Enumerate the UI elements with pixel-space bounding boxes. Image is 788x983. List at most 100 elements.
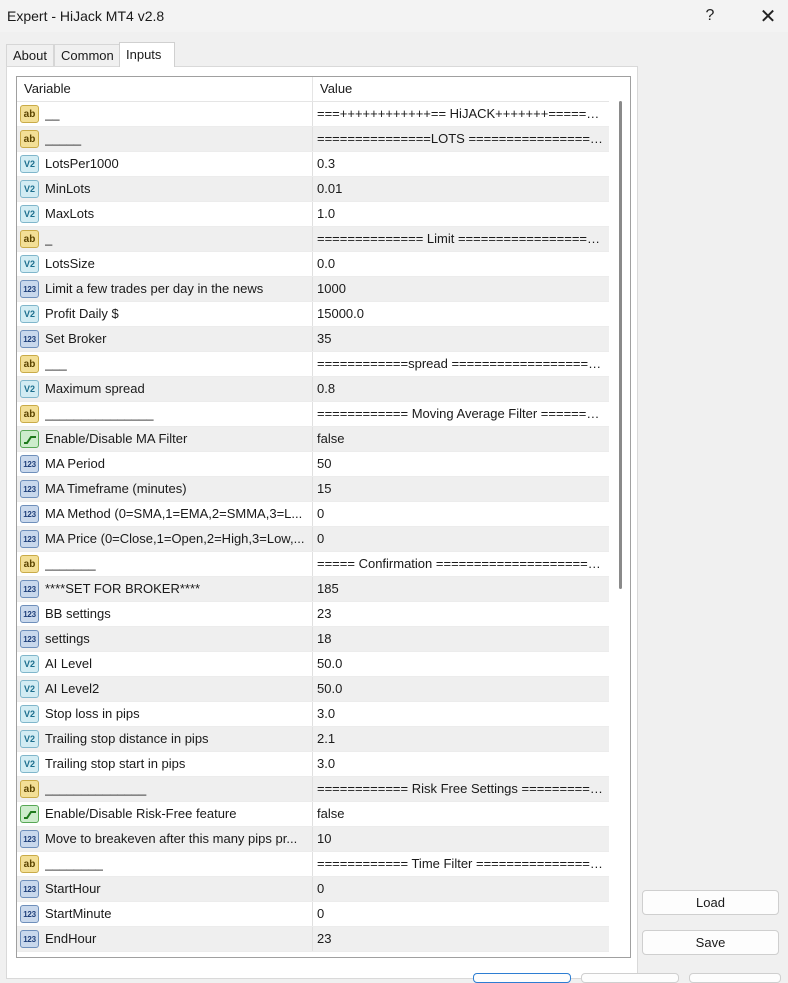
table-row[interactable]: 123 MA Timeframe (minutes) 15	[17, 477, 609, 502]
table-row[interactable]: 123 Move to breakeven after this many pip…	[17, 827, 609, 852]
double-icon: V2	[20, 180, 39, 198]
value-cell[interactable]: 0	[317, 902, 604, 926]
table-row[interactable]: ab _______ ===== Confirmation ============…	[17, 552, 609, 577]
value-cell[interactable]: ============ Risk Free Settings ========…	[317, 777, 604, 801]
value-cell[interactable]: 35	[317, 327, 604, 351]
value-cell[interactable]: 185	[317, 577, 604, 601]
table-row[interactable]: V2 AI Level 50.0	[17, 652, 609, 677]
integer-icon: 123	[20, 480, 39, 498]
table-row[interactable]: V2 Profit Daily $ 15000.0	[17, 302, 609, 327]
value-cell[interactable]: 1000	[317, 277, 604, 301]
table-row[interactable]: V2 LotsPer1000 0.3	[17, 152, 609, 177]
table-row[interactable]: ab ________ ============ Time Filter =====…	[17, 852, 609, 877]
value-cell[interactable]: 0.8	[317, 377, 604, 401]
value-cell[interactable]: 50	[317, 452, 604, 476]
value-cell[interactable]: 0	[317, 502, 604, 526]
tab-inputs[interactable]: Inputs	[119, 42, 175, 67]
column-header-variable[interactable]: Variable	[24, 77, 71, 101]
table-row[interactable]: 123 StartHour 0	[17, 877, 609, 902]
table-row[interactable]: Enable/Disable MA Filter false	[17, 427, 609, 452]
value-cell[interactable]: ===============LOTS ====================…	[317, 127, 604, 151]
value-cell[interactable]: 23	[317, 927, 604, 951]
close-button[interactable]: ✕	[744, 0, 788, 32]
tab-common[interactable]: Common	[54, 44, 120, 66]
table-row[interactable]: V2 MaxLots 1.0	[17, 202, 609, 227]
reset-button[interactable]	[689, 973, 781, 983]
table-row[interactable]: 123 BB settings 23	[17, 602, 609, 627]
save-button[interactable]: Save	[642, 930, 779, 955]
value-cell[interactable]: 50.0	[317, 677, 604, 701]
double-icon: V2	[20, 730, 39, 748]
variable-name: Limit a few trades per day in the news	[45, 281, 264, 296]
table-row[interactable]: 123 Set Broker 35	[17, 327, 609, 352]
column-header-value[interactable]: Value	[320, 77, 352, 101]
column-divider[interactable]	[312, 77, 313, 101]
value-cell[interactable]: 3.0	[317, 702, 604, 726]
table-row[interactable]: ab _____ ===============LOTS =============…	[17, 127, 609, 152]
scrollbar-thumb[interactable]	[619, 101, 622, 589]
table-row[interactable]: ab _______________ ============ Moving Ave…	[17, 402, 609, 427]
table-row[interactable]: V2 AI Level2 50.0	[17, 677, 609, 702]
value-cell[interactable]: false	[317, 427, 604, 451]
value-cell[interactable]: false	[317, 802, 604, 826]
value-cell[interactable]: ============== Limit ===================…	[317, 227, 604, 251]
table-row[interactable]: Enable/Disable Risk-Free feature false	[17, 802, 609, 827]
value-cell[interactable]: 18	[317, 627, 604, 651]
table-row[interactable]: V2 LotsSize 0.0	[17, 252, 609, 277]
cell-divider	[312, 902, 313, 926]
value-cell[interactable]: ===++++++++++++== HiJACK+++++++========.…	[317, 102, 604, 126]
value-cell[interactable]: ============ Moving Average Filter =====…	[317, 402, 604, 426]
value-cell[interactable]: 1.0	[317, 202, 604, 226]
table-row[interactable]: 123 ****SET FOR BROKER**** 185	[17, 577, 609, 602]
table-row[interactable]: V2 Trailing stop distance in pips 2.1	[17, 727, 609, 752]
load-button[interactable]: Load	[642, 890, 779, 915]
value-cell[interactable]: 50.0	[317, 652, 604, 676]
table-row[interactable]: V2 Maximum spread 0.8	[17, 377, 609, 402]
value-cell[interactable]: 3.0	[317, 752, 604, 776]
value-cell[interactable]: 0	[317, 527, 604, 551]
table-row[interactable]: 123 MA Period 50	[17, 452, 609, 477]
table-row[interactable]: ab ___ ============spread ================…	[17, 352, 609, 377]
cell-divider	[312, 402, 313, 426]
value-cell[interactable]: 0.0	[317, 252, 604, 276]
table-row[interactable]: V2 Stop loss in pips 3.0	[17, 702, 609, 727]
table-row[interactable]: V2 Trailing stop start in pips 3.0	[17, 752, 609, 777]
table-row[interactable]: 123 Limit a few trades per day in the new…	[17, 277, 609, 302]
table-row[interactable]: ab ______________ ============ Risk Free S…	[17, 777, 609, 802]
table-row[interactable]: 123 settings 18	[17, 627, 609, 652]
ok-button[interactable]	[473, 973, 571, 983]
variable-name: MA Method (0=SMA,1=EMA,2=SMMA,3=L...	[45, 506, 303, 521]
tab-about[interactable]: About	[6, 44, 54, 66]
cell-divider	[312, 277, 313, 301]
value-cell[interactable]: ===== Confirmation =====================…	[317, 552, 604, 576]
cell-divider	[312, 927, 313, 951]
integer-icon: 123	[20, 280, 39, 298]
variable-name: MA Price (0=Close,1=Open,2=High,3=Low,..…	[45, 531, 305, 546]
value-cell[interactable]: 10	[317, 827, 604, 851]
table-row[interactable]: V2 MinLots 0.01	[17, 177, 609, 202]
value-cell[interactable]: ============spread ====================.…	[317, 352, 604, 376]
table-row[interactable]: 123 MA Price (0=Close,1=Open,2=High,3=Low…	[17, 527, 609, 552]
value-cell[interactable]: 15	[317, 477, 604, 501]
double-icon: V2	[20, 655, 39, 673]
table-row[interactable]: ab _ ============== Limit ================…	[17, 227, 609, 252]
table-row[interactable]: 123 MA Method (0=SMA,1=EMA,2=SMMA,3=L... 0	[17, 502, 609, 527]
variable-name: Enable/Disable Risk-Free feature	[45, 806, 237, 821]
table-row[interactable]: 123 EndHour 23	[17, 927, 609, 952]
help-button[interactable]: ?	[686, 0, 734, 32]
table-row[interactable]: ab __ ===++++++++++++== HiJACK+++++++=====…	[17, 102, 609, 127]
cell-divider	[312, 777, 313, 801]
value-cell[interactable]: 2.1	[317, 727, 604, 751]
value-cell[interactable]: 15000.0	[317, 302, 604, 326]
cell-divider	[312, 577, 313, 601]
value-cell[interactable]: ============ Time Filter ===============…	[317, 852, 604, 876]
grid-rows: ab __ ===++++++++++++== HiJACK+++++++=====…	[17, 102, 609, 952]
value-cell[interactable]: 0	[317, 877, 604, 901]
value-cell[interactable]: 0.01	[317, 177, 604, 201]
value-cell[interactable]: 0.3	[317, 152, 604, 176]
integer-icon: 123	[20, 605, 39, 623]
value-cell[interactable]: 23	[317, 602, 604, 626]
vertical-scrollbar[interactable]	[614, 77, 630, 957]
table-row[interactable]: 123 StartMinute 0	[17, 902, 609, 927]
cancel-button[interactable]	[581, 973, 679, 983]
